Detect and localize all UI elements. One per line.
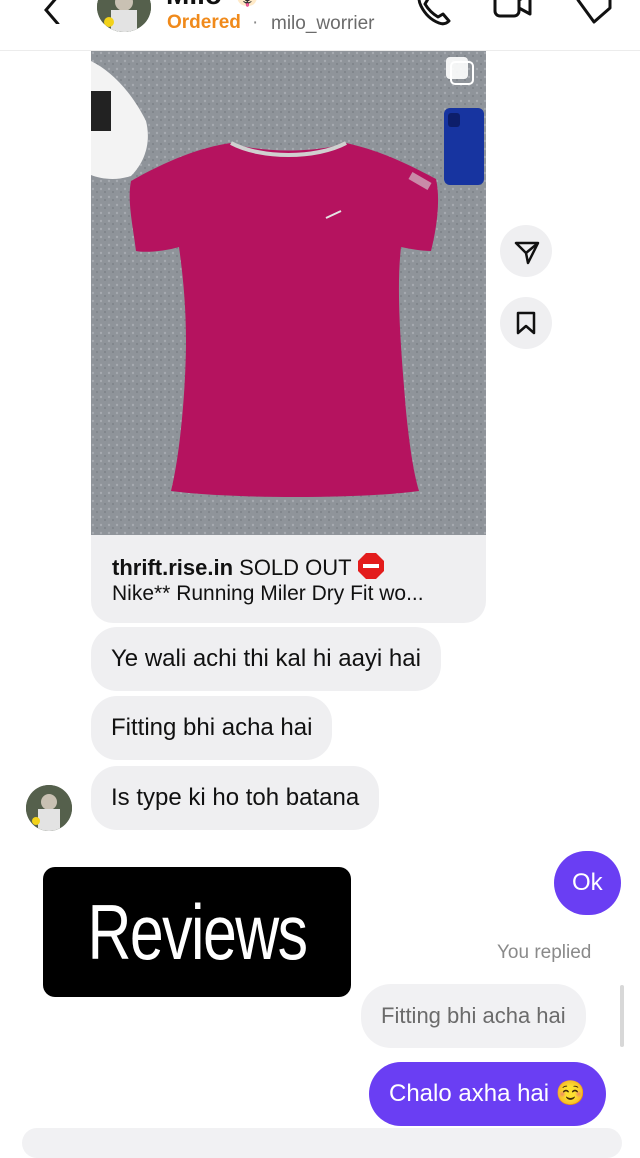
incoming-message[interactable]: Is type ki ho toh batana <box>91 766 380 830</box>
outgoing-message[interactable]: Ok <box>554 851 621 915</box>
post-description: Nike** Running Miler Dry Fit wo... <box>112 582 424 605</box>
video-call-icon[interactable] <box>492 0 532 28</box>
back-chevron-icon[interactable] <box>36 0 66 24</box>
share-button[interactable] <box>500 225 552 277</box>
reviews-label: Reviews <box>87 888 309 976</box>
separator-dot: · <box>252 12 259 33</box>
caption-title: thrift.rise.in SOLD OUT <box>112 552 385 581</box>
shop-name: thrift.rise.in <box>112 555 234 580</box>
phone-icon[interactable] <box>413 0 453 28</box>
contact-username[interactable]: milo_worrier <box>271 13 374 35</box>
reply-bar <box>620 985 624 1047</box>
quoted-message[interactable]: Fitting bhi acha hai <box>361 984 586 1048</box>
sender-avatar[interactable] <box>26 785 72 831</box>
message-input[interactable] <box>22 1128 622 1158</box>
incoming-message[interactable]: Ye wali achi thi kal hi aayi hai <box>91 627 441 691</box>
order-status: Ordered <box>167 12 241 33</box>
contact-name[interactable]: Milo 🐶 <box>166 0 265 11</box>
save-button[interactable] <box>500 297 552 349</box>
share-icon <box>514 241 540 265</box>
shared-post-image[interactable] <box>91 51 486 535</box>
stop-sign-icon <box>358 553 385 579</box>
bookmark-icon <box>516 311 536 335</box>
reply-indicator: You replied <box>497 942 592 963</box>
sold-out-label: SOLD OUT <box>239 555 352 580</box>
tag-icon[interactable] <box>574 0 614 28</box>
incoming-message[interactable]: Fitting bhi acha hai <box>91 696 333 760</box>
outgoing-message[interactable]: Chalo axha hai ☺️ <box>369 1062 606 1126</box>
